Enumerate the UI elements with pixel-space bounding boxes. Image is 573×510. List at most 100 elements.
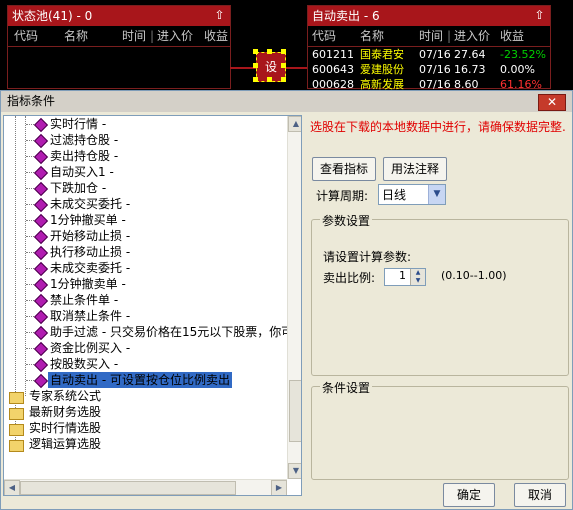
status-pool-title: 状态池(41) - 0 ⇧ [8,6,230,26]
folder-icon [9,424,24,436]
close-button[interactable]: ✕ [538,94,566,111]
row-price: 16.73 [454,63,486,76]
auto-sell-title: 自动卖出 - 6 ⇧ [308,6,550,26]
resize-handle[interactable] [281,77,286,82]
tree-item[interactable]: 1分钟撤卖单 - [50,276,126,292]
dialog-title: 指标条件 [7,94,56,108]
tree-item[interactable]: 取消禁止条件 - [50,308,130,324]
tree-item[interactable]: 下跌加仓 - [50,180,106,196]
header-time: 时间 [419,29,444,43]
header-code: 代码 [14,29,39,43]
header-time: 时间 [122,29,147,43]
tree-item[interactable]: 未成交买委托 - [50,196,130,212]
tree-item-selected[interactable]: 自动卖出 - 可设置按仓位比例卖出 [48,372,232,388]
formula-diamond-icon [33,165,49,181]
view-indicator-button[interactable]: 查看指标 [312,157,376,181]
status-pool-panel: 状态池(41) - 0 ⇧ 代码 名称 时间 | 进入价 收益 [7,5,231,89]
formula-diamond-icon [33,357,49,373]
tree-item[interactable]: 卖出持仓股 - [50,148,118,164]
scroll-right-icon[interactable]: ▶ [271,480,287,495]
header-name: 名称 [64,29,89,43]
cancel-button[interactable]: 取消 [514,483,566,507]
row-gain: -23.52% [500,48,546,61]
resize-handle[interactable] [253,77,258,82]
dialog-title-bar[interactable]: 指标条件 ✕ [1,91,572,112]
tree-item[interactable]: 开始移动止损 - [50,228,130,244]
tree-item[interactable]: 禁止条件单 - [50,292,118,308]
resize-handle[interactable] [253,63,258,68]
formula-diamond-icon [33,213,49,229]
tree-folder[interactable]: 专家系统公式 [29,388,101,404]
usage-notes-button[interactable]: 用法注释 [383,157,447,181]
tree-folder[interactable]: 最新财务选股 [29,404,101,420]
header-entry-price: 进入价 [157,29,194,43]
scroll-left-icon[interactable]: ◀ [4,480,20,495]
scroll-thumb[interactable] [289,380,301,442]
scroll-up-icon[interactable]: ▲ [288,116,301,132]
period-select[interactable]: 日线 ▼ [378,184,446,205]
formula-diamond-icon [33,309,49,325]
formula-diamond-icon [33,245,49,261]
tree-item[interactable]: 1分钟撤买单 - [50,212,126,228]
indicator-condition-dialog: 指标条件 ✕ 实时行情 - 过滤持仓股 - 卖出持仓股 - 自动买入1 - 下跌… [0,90,573,510]
tree-item[interactable]: 过滤持仓股 - [50,132,118,148]
tree-item[interactable]: 助手过滤 - 只交易价格在15元以下股票，你可 [50,324,293,340]
resize-handle[interactable] [253,49,258,54]
folder-icon [9,408,24,420]
sell-ratio-stepper[interactable]: 1 ▲ ▼ [384,268,426,286]
tree-item[interactable]: 执行移动止损 - [50,244,130,260]
collapse-up-icon[interactable]: ⇧ [533,8,546,22]
tree-folder[interactable]: 逻辑运算选股 [29,436,101,452]
tree-vertical-scrollbar[interactable]: ▲ ▼ [287,116,301,479]
sell-ratio-label: 卖出比例: [323,271,376,285]
formula-tree[interactable]: 实时行情 - 过滤持仓股 - 卖出持仓股 - 自动买入1 - 下跌加仓 - 未成… [3,115,302,496]
params-group: 参数设置 [311,212,569,376]
tree-item[interactable]: 资金比例买入 - [50,340,130,356]
tree-item[interactable]: 按股数买入 - [50,356,118,372]
formula-diamond-icon [33,373,49,389]
flow-connector [285,67,307,69]
table-row[interactable]: 600643 爱建股份 07/16 16.73 0.00% [308,62,550,77]
sell-ratio-range: (0.10--1.00) [441,269,507,282]
resize-handle[interactable] [267,49,272,54]
formula-diamond-icon [33,229,49,245]
row-code: 601211 [312,48,354,61]
tree-item[interactable]: 未成交卖委托 - [50,260,130,276]
table-row[interactable]: 601211 国泰君安 07/16 27.64 -23.52% [308,47,550,62]
formula-diamond-icon [33,341,49,357]
row-price: 27.64 [454,48,486,61]
resize-handle[interactable] [281,63,286,68]
header-code: 代码 [312,29,337,43]
formula-diamond-icon [33,325,49,341]
ok-button[interactable]: 确定 [443,483,495,507]
header-gain: 收益 [500,29,525,43]
header-name: 名称 [360,29,385,43]
collapse-up-icon[interactable]: ⇧ [213,8,226,22]
conditions-group-label: 条件设置 [320,379,373,396]
row-time: 07/16 [419,63,451,76]
resize-handle[interactable] [267,77,272,82]
chevron-down-icon[interactable]: ▼ [428,185,445,204]
period-label: 计算周期: [316,189,369,203]
header-entry-price: 进入价 [454,29,491,43]
formula-diamond-icon [33,293,49,309]
status-pool-header: 代码 名称 时间 | 进入价 收益 [8,26,230,47]
scroll-down-icon[interactable]: ▼ [288,463,301,479]
spin-down-icon[interactable]: ▼ [410,277,425,285]
formula-diamond-icon [33,117,49,133]
set-node-label: 设 [264,60,277,74]
params-group-label: 参数设置 [320,212,373,229]
auto-sell-panel: 自动卖出 - 6 ⇧ 代码 名称 时间 | 进入价 收益 601211 国泰君安… [307,5,551,91]
sell-ratio-value: 1 [399,269,406,282]
tree-folder[interactable]: 实时行情选股 [29,420,101,436]
scroll-thumb[interactable] [20,481,236,495]
folder-icon [9,440,24,452]
period-value: 日线 [382,188,407,202]
tree-horizontal-scrollbar[interactable]: ◀ ▶ [4,479,287,495]
resize-handle[interactable] [281,49,286,54]
tree-item[interactable]: 自动买入1 - [50,164,114,180]
row-gain: 0.00% [500,63,535,76]
spin-up-icon[interactable]: ▲ [410,269,425,277]
tree-item[interactable]: 实时行情 - [50,116,106,132]
auto-sell-title-text: 自动卖出 - 6 [312,9,380,23]
